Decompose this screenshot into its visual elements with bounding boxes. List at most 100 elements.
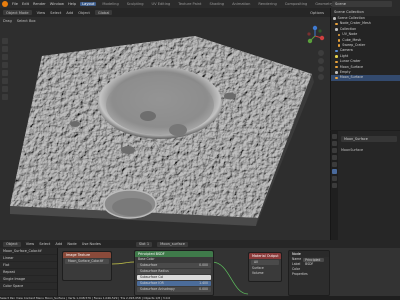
bsdf-row-label: Base Color xyxy=(138,257,155,261)
principled-bsdf-node[interactable]: Principled BSDF Base Color Subsurface 0.0… xyxy=(134,250,214,296)
tab-rendering[interactable]: Rendering xyxy=(256,2,278,6)
navigation-gizmo-icon[interactable] xyxy=(304,25,326,47)
menu-help[interactable]: Help xyxy=(68,2,76,6)
object-type-icon xyxy=(337,33,341,37)
measure-tool-icon[interactable] xyxy=(2,94,8,100)
drag-mode[interactable]: Drag xyxy=(3,19,12,23)
object-type-icon xyxy=(335,76,338,80)
material-output-node[interactable]: Material Output All Surface Volume xyxy=(248,252,282,282)
menu-file[interactable]: File xyxy=(12,2,18,6)
select-tool-icon[interactable] xyxy=(2,38,8,44)
viewport-subheader: Drag Select Box xyxy=(0,17,120,24)
bsdf-row-value: 0.000 xyxy=(199,263,208,267)
outliner: Scene Collection Scene Collection Node_Cr… xyxy=(330,8,400,130)
select-menu[interactable]: Select xyxy=(50,11,61,15)
status-bar: Select Pan View Context Menu Moon_Surfac… xyxy=(0,296,400,300)
bsdf-row-label: Subsurface xyxy=(140,263,158,267)
zoom-icon[interactable] xyxy=(318,50,324,56)
object-type-icon xyxy=(335,65,338,69)
bsdf-row-label: Subsurface Anisotropy xyxy=(140,287,175,291)
object-type-icon xyxy=(335,55,338,58)
object-type-icon xyxy=(335,49,338,53)
bsdf-subsurface-ior-row[interactable]: Subsurface IOR 1.400 xyxy=(137,281,211,286)
tab-animation[interactable]: Animation xyxy=(230,2,252,6)
object-type-icon xyxy=(333,17,336,20)
blender-logo-icon[interactable] xyxy=(2,1,8,7)
object-data-label: MoonSurface xyxy=(341,148,364,152)
3d-viewport[interactable]: Object Mode View Select Add Object Globa… xyxy=(0,8,330,240)
image-texture-title: Image Texture xyxy=(63,252,111,258)
node-properties-section[interactable]: Properties xyxy=(289,272,329,277)
object-type-icon xyxy=(335,28,338,31)
toolbar xyxy=(2,38,8,100)
object-name-field[interactable]: Moon_Surface xyxy=(341,136,397,142)
scale-tool-icon[interactable] xyxy=(2,70,8,76)
object-menu[interactable]: Object xyxy=(78,11,90,15)
properties-tabs xyxy=(331,131,338,240)
output-target-field[interactable]: All xyxy=(251,260,279,265)
outliner-item-label: Moon_Surface xyxy=(339,75,364,80)
scene-selector[interactable]: Scene xyxy=(332,1,392,7)
output-tab-icon[interactable] xyxy=(332,148,337,153)
menu-edit[interactable]: Edit xyxy=(22,2,29,6)
bsdf-row-value: 1.400 xyxy=(199,281,208,285)
bsdf-subsurface-color-row[interactable]: Subsurface Col xyxy=(137,275,211,280)
properties-panel: Moon_Surface MoonSurface xyxy=(330,131,400,240)
tab-modeling[interactable]: Modeling xyxy=(100,2,120,6)
pan-icon[interactable] xyxy=(318,58,324,64)
select-box-mode[interactable]: Select Box xyxy=(17,19,36,23)
menu-render[interactable]: Render xyxy=(33,2,46,6)
mode-selector[interactable]: Object Mode xyxy=(3,10,32,15)
image-texture-file[interactable]: Moon_Surface_Color.tif xyxy=(65,259,109,264)
image-texture-node[interactable]: Image Texture Moon_Surface_Color.tif xyxy=(62,251,112,281)
tool-tab-icon[interactable] xyxy=(332,134,337,139)
object-type-icon xyxy=(335,22,338,26)
tab-texture-paint[interactable]: Texture Paint xyxy=(176,2,203,6)
rotate-tool-icon[interactable] xyxy=(2,62,8,68)
bsdf-row-label: Subsurface Col xyxy=(140,275,164,279)
menu-window[interactable]: Window xyxy=(50,2,64,6)
outliner-title: Scene Collection xyxy=(331,8,400,16)
scene-tab-icon[interactable] xyxy=(332,155,337,160)
node-name-field[interactable]: Principled BSDF xyxy=(303,258,324,266)
bsdf-row-label: Subsurface IOR xyxy=(140,281,164,285)
add-menu[interactable]: Add xyxy=(66,11,73,15)
bsdf-subsurface-row[interactable]: Subsurface 0.000 xyxy=(137,263,211,268)
transform-tool-icon[interactable] xyxy=(2,78,8,84)
top-bar: File Edit Render Window Help Layout Mode… xyxy=(0,0,400,8)
tab-shading[interactable]: Shading xyxy=(207,2,226,6)
bsdf-row-label: Subsurface Radius xyxy=(140,269,169,273)
object-type-icon xyxy=(335,71,338,74)
node-properties-sidebar: Node Name Principled BSDF Label Color Pro… xyxy=(288,250,330,296)
modifier-tab-icon[interactable] xyxy=(332,176,337,181)
object-type-icon xyxy=(337,44,341,47)
output-volume-socket[interactable]: Volume xyxy=(249,271,281,276)
camera-view-icon[interactable] xyxy=(318,66,324,72)
terrain-render xyxy=(10,36,314,226)
tab-compositing[interactable]: Compositing xyxy=(283,2,310,6)
tab-uv-editing[interactable]: UV Editing xyxy=(150,2,173,6)
outliner-item[interactable]: Moon_Surface xyxy=(331,75,400,81)
bsdf-subsurface-anisotropy-row[interactable]: Subsurface Anisotropy 0.000 xyxy=(137,287,211,292)
outliner-list: Scene Collection Node_Crater_Mesh Collecti… xyxy=(331,16,400,81)
bsdf-base-color-row[interactable]: Base Color xyxy=(135,257,213,262)
perspective-toggle-icon[interactable] xyxy=(318,74,324,80)
viewport-header: Object Mode View Select Add Object Globa… xyxy=(0,8,330,17)
object-tab-icon[interactable] xyxy=(332,169,337,174)
view-nav-buttons xyxy=(318,50,324,80)
shader-editor[interactable]: Object View Select Add Node Use Nodes Sl… xyxy=(0,240,400,296)
world-tab-icon[interactable] xyxy=(332,162,337,167)
view-menu[interactable]: View xyxy=(37,11,46,15)
tab-sculpting[interactable]: Sculpting xyxy=(125,2,146,6)
annotate-tool-icon[interactable] xyxy=(2,86,8,92)
move-tool-icon[interactable] xyxy=(2,54,8,60)
tab-layout[interactable]: Layout xyxy=(80,2,97,6)
material-output-title: Material Output xyxy=(249,253,281,259)
bsdf-subsurface-radius-row[interactable]: Subsurface Radius xyxy=(137,269,211,274)
cursor-tool-icon[interactable] xyxy=(2,46,8,52)
render-tab-icon[interactable] xyxy=(332,141,337,146)
orientation-selector[interactable]: Global xyxy=(94,10,113,15)
object-type-icon xyxy=(337,39,341,42)
options-menu[interactable]: Options xyxy=(310,11,324,15)
material-tab-icon[interactable] xyxy=(332,183,337,188)
